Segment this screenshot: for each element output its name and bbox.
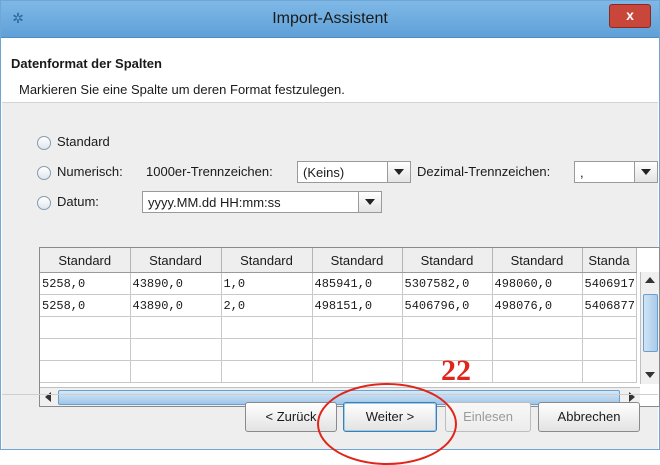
step-title: Datenformat der Spalten: [11, 56, 162, 71]
decimal-separator-select[interactable]: ,: [574, 161, 658, 183]
empty-row: [40, 360, 637, 383]
numeric-radio[interactable]: [37, 166, 51, 180]
standard-radio[interactable]: [37, 136, 51, 150]
vertical-scrollbar[interactable]: [640, 272, 659, 384]
thousands-separator-label: 1000er-Trennzeichen:: [146, 164, 273, 179]
footer-divider: [2, 394, 658, 395]
arrow-up-icon[interactable]: [645, 277, 655, 283]
table-cell[interactable]: 5406877: [582, 294, 637, 317]
numeric-label: Numerisch:: [57, 164, 123, 179]
date-radio[interactable]: [37, 196, 51, 210]
wizard-header: Datenformat der Spalten Markieren Sie ei…: [2, 38, 658, 103]
column-header[interactable]: Standard: [221, 248, 313, 273]
close-button[interactable]: x: [609, 4, 651, 28]
empty-row: [40, 316, 637, 339]
chevron-down-icon[interactable]: [358, 192, 381, 212]
empty-row: [40, 338, 637, 361]
table-cell[interactable]: 2,0: [221, 294, 313, 317]
table-cell[interactable]: 43890,0: [130, 272, 222, 295]
annotation-highlight-circle: [317, 383, 457, 465]
thousands-separator-select[interactable]: (Keins): [297, 161, 411, 183]
date-label: Datum:: [57, 194, 99, 209]
table-cell[interactable]: 5258,0: [40, 272, 131, 295]
chevron-down-icon[interactable]: [634, 162, 657, 182]
preview-grid: Standard Standard Standard Standard Stan…: [40, 248, 637, 383]
standard-label: Standard: [57, 134, 110, 149]
table-row: 5258,0 43890,0 1,0 485941,0 5307582,0 49…: [40, 272, 637, 295]
title-bar[interactable]: ✲ Import-Assistent x: [1, 1, 659, 38]
arrow-down-icon[interactable]: [645, 372, 655, 378]
step-description: Markieren Sie eine Spalte um deren Forma…: [19, 82, 345, 97]
table-cell[interactable]: 43890,0: [130, 294, 222, 317]
import-wizard-window: ✲ Import-Assistent x Datenformat der Spa…: [0, 0, 660, 465]
table-cell[interactable]: 485941,0: [312, 272, 403, 295]
annotation-step-number: 22: [441, 354, 471, 387]
table-cell[interactable]: 5307582,0: [402, 272, 493, 295]
table-cell[interactable]: 1,0: [221, 272, 313, 295]
table-cell[interactable]: 5406796,0: [402, 294, 493, 317]
chevron-down-icon[interactable]: [387, 162, 410, 182]
window-title: Import-Assistent: [272, 10, 388, 27]
cancel-button[interactable]: Abbrechen: [538, 402, 640, 432]
import-button: Einlesen: [445, 402, 531, 432]
date-format-select[interactable]: yyyy.MM.dd HH:mm:ss: [142, 191, 382, 213]
table-cell[interactable]: 5406917: [582, 272, 637, 295]
header-row: Standard Standard Standard Standard Stan…: [40, 248, 637, 273]
column-header[interactable]: Standard: [130, 248, 222, 273]
table-row: 5258,0 43890,0 2,0 498151,0 5406796,0 49…: [40, 294, 637, 317]
decimal-separator-label: Dezimal-Trennzeichen:: [417, 164, 551, 179]
table-cell[interactable]: 498076,0: [492, 294, 583, 317]
decimal-separator-value: ,: [580, 165, 584, 180]
column-header[interactable]: Standa: [582, 248, 637, 273]
vertical-scroll-thumb[interactable]: [643, 294, 658, 352]
column-header[interactable]: Standard: [402, 248, 493, 273]
thousands-separator-value: (Keins): [303, 165, 345, 180]
column-header[interactable]: Standard: [40, 248, 131, 273]
date-format-value: yyyy.MM.dd HH:mm:ss: [148, 195, 281, 210]
preview-table[interactable]: Standard Standard Standard Standard Stan…: [39, 247, 660, 407]
wizard-body: Standard Numerisch: 1000er-Trennzeichen:…: [2, 103, 660, 449]
table-cell[interactable]: 498151,0: [312, 294, 403, 317]
table-cell[interactable]: 5258,0: [40, 294, 131, 317]
table-cell[interactable]: 498060,0: [492, 272, 583, 295]
column-header[interactable]: Standard: [312, 248, 403, 273]
column-header[interactable]: Standard: [492, 248, 583, 273]
